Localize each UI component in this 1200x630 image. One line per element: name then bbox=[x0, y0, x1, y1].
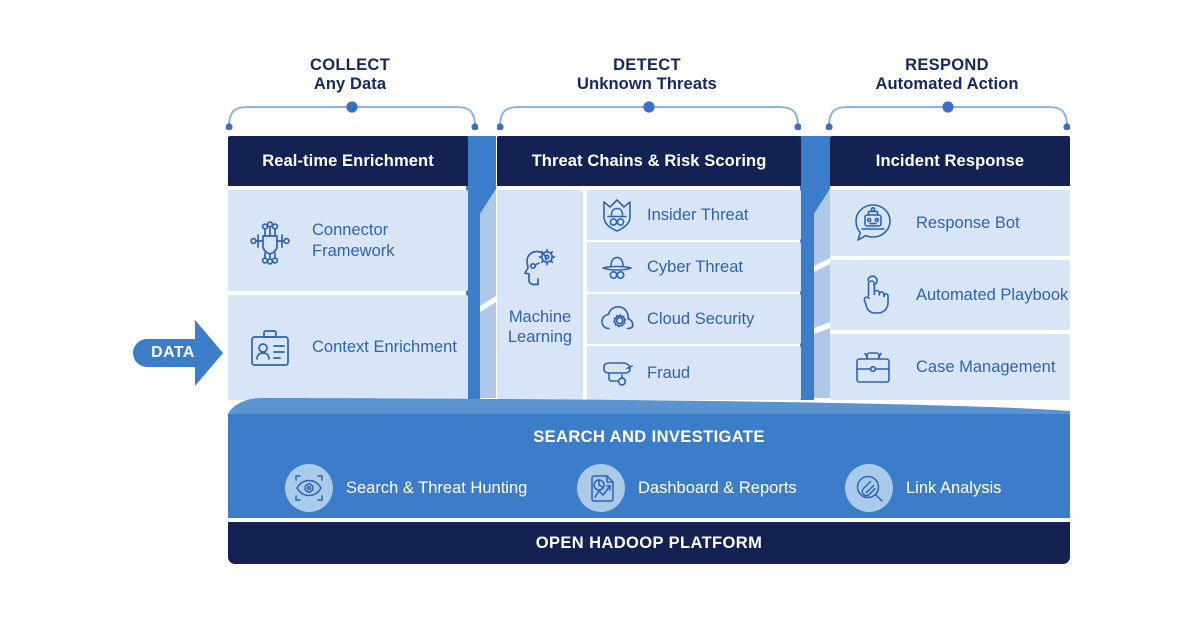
panel-case-management[interactable]: Case Management bbox=[830, 334, 1070, 400]
panel-case-management-label: Case Management bbox=[916, 357, 1056, 376]
panel-context-enrichment-label: Context Enrichment bbox=[312, 338, 457, 356]
phase-respond-title: RESPOND bbox=[905, 56, 989, 74]
band-item-dashboard-reports-label: Dashboard & Reports bbox=[638, 478, 797, 497]
link-analysis-icon bbox=[845, 464, 893, 512]
phase-respond: RESPOND Automated Action bbox=[824, 56, 1070, 94]
phase-detect: DETECT Unknown Threats bbox=[524, 56, 770, 94]
dashboard-reports-icon bbox=[577, 464, 625, 512]
phase-collect-title: COLLECT bbox=[309, 56, 390, 74]
context-enrichment-icon bbox=[228, 324, 312, 372]
band-item-search-threat-hunting[interactable]: Search & Threat Hunting bbox=[285, 464, 527, 512]
open-hadoop-platform-bar: OPEN HADOOP PLATFORM bbox=[228, 522, 1070, 564]
phase-detect-title: DETECT bbox=[613, 56, 681, 74]
band-item-search-threat-hunting-label: Search & Threat Hunting bbox=[346, 478, 528, 497]
row-cloud-security[interactable]: Cloud Security bbox=[587, 294, 801, 344]
architecture-diagram: COLLECT Any Data DETECT Unknown Threats … bbox=[0, 0, 1200, 630]
case-management-icon bbox=[830, 344, 916, 390]
panel-response-bot-label: Response Bot bbox=[916, 213, 1020, 232]
phase-collect: COLLECT Any Data bbox=[228, 56, 472, 94]
band-item-link-analysis-label: Link Analysis bbox=[906, 478, 1002, 497]
panel-connector-framework[interactable]: Connector Framework bbox=[228, 190, 468, 291]
insider-threat-icon bbox=[587, 195, 647, 235]
column-collect-header-label: Real-time Enrichment bbox=[262, 151, 434, 170]
row-insider-threat[interactable]: Insider Threat bbox=[587, 190, 801, 240]
open-hadoop-platform-label: OPEN HADOOP PLATFORM bbox=[535, 533, 763, 552]
column-collect-header: Real-time Enrichment bbox=[228, 136, 468, 186]
band-item-link-analysis[interactable]: Link Analysis bbox=[845, 464, 1001, 512]
column-2-body-side bbox=[800, 136, 830, 405]
row-fraud-label: Fraud bbox=[647, 363, 691, 382]
bracket-detect bbox=[497, 100, 801, 130]
column-detect: Threat Chains & Risk Scoring Machine Lea… bbox=[497, 136, 801, 400]
fraud-icon bbox=[587, 353, 647, 393]
row-cloud-security-label: Cloud Security bbox=[647, 309, 755, 328]
column-respond-header-label: Incident Response bbox=[875, 151, 1025, 170]
panel-connector-framework-label: Connector Framework bbox=[312, 220, 395, 260]
row-cyber-threat[interactable]: Cyber Threat bbox=[587, 242, 801, 292]
column-respond-header: Incident Response bbox=[830, 136, 1070, 186]
search-band-title: SEARCH AND INVESTIGATE bbox=[533, 428, 765, 446]
cloud-security-icon bbox=[587, 299, 647, 339]
row-fraud[interactable]: Fraud bbox=[587, 346, 801, 400]
data-flow-arrow: DATA bbox=[133, 317, 225, 394]
bracket-respond bbox=[826, 100, 1070, 130]
machine-learning-icon bbox=[516, 244, 564, 297]
phase-collect-subtitle: Any Data bbox=[313, 75, 387, 93]
column-respond: Incident Response Response Bot Automated… bbox=[830, 136, 1070, 400]
panel-context-enrichment[interactable]: Context Enrichment bbox=[228, 295, 468, 400]
panel-machine-learning-label: Machine Learning bbox=[507, 307, 573, 346]
row-cyber-threat-label: Cyber Threat bbox=[647, 257, 743, 276]
connector-framework-icon bbox=[228, 215, 312, 267]
phase-respond-subtitle: Automated Action bbox=[875, 75, 1019, 93]
automated-playbook-icon bbox=[830, 272, 916, 318]
panel-automated-playbook-label: Automated Playbook bbox=[916, 285, 1069, 304]
data-arrow-label: DATA bbox=[151, 344, 195, 361]
panel-machine-learning[interactable]: Machine Learning bbox=[497, 190, 583, 400]
column-detect-header: Threat Chains & Risk Scoring bbox=[497, 136, 801, 186]
row-insider-threat-label: Insider Threat bbox=[647, 205, 749, 224]
search-eye-icon bbox=[285, 464, 333, 512]
band-item-dashboard-reports[interactable]: Dashboard & Reports bbox=[577, 464, 797, 512]
panel-response-bot[interactable]: Response Bot bbox=[830, 190, 1070, 256]
cyber-threat-icon bbox=[587, 247, 647, 287]
bracket-collect bbox=[226, 100, 478, 130]
column-collect: Real-time Enrichment Connector Framework bbox=[228, 136, 468, 400]
response-bot-icon bbox=[830, 200, 916, 246]
phase-detect-subtitle: Unknown Threats bbox=[577, 75, 717, 93]
column-detect-header-label: Threat Chains & Risk Scoring bbox=[531, 151, 767, 170]
panel-automated-playbook[interactable]: Automated Playbook bbox=[830, 260, 1070, 330]
column-1-body-side bbox=[466, 136, 496, 405]
search-investigate-band: SEARCH AND INVESTIGATE Search & Threat H… bbox=[228, 414, 1070, 518]
